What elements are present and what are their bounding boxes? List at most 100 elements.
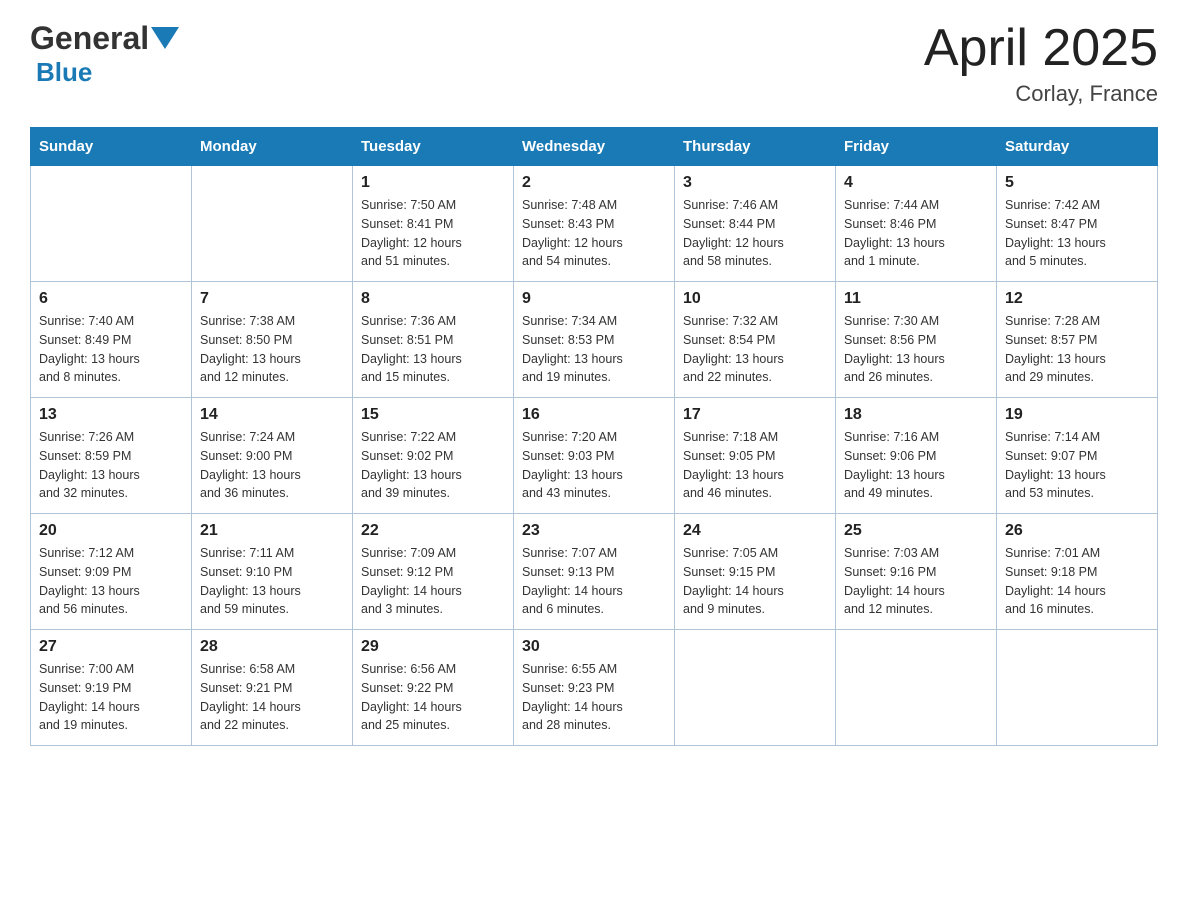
day-info: Sunrise: 7:28 AM Sunset: 8:57 PM Dayligh… [1005, 312, 1149, 387]
day-number: 25 [844, 522, 988, 540]
weekday-header-friday: Friday [836, 128, 997, 166]
day-number: 13 [39, 406, 183, 424]
day-info: Sunrise: 7:00 AM Sunset: 9:19 PM Dayligh… [39, 660, 183, 735]
day-info: Sunrise: 7:01 AM Sunset: 9:18 PM Dayligh… [1005, 544, 1149, 619]
calendar-day-8: 8 Sunrise: 7:36 AM Sunset: 8:51 PM Daylig… [353, 282, 514, 398]
day-number: 8 [361, 290, 505, 308]
day-number: 7 [200, 290, 344, 308]
day-number: 1 [361, 174, 505, 192]
day-info: Sunrise: 7:18 AM Sunset: 9:05 PM Dayligh… [683, 428, 827, 503]
logo: General Blue [30, 20, 179, 88]
calendar-day-19: 19 Sunrise: 7:14 AM Sunset: 9:07 PM Dayli… [997, 398, 1158, 514]
calendar-day-27: 27 Sunrise: 7:00 AM Sunset: 9:19 PM Dayli… [31, 630, 192, 746]
day-info: Sunrise: 7:20 AM Sunset: 9:03 PM Dayligh… [522, 428, 666, 503]
weekday-header-saturday: Saturday [997, 128, 1158, 166]
day-number: 10 [683, 290, 827, 308]
calendar-week-row: 1 Sunrise: 7:50 AM Sunset: 8:41 PM Daylig… [31, 166, 1158, 282]
logo-blue-text: Blue [36, 57, 92, 88]
calendar-day-29: 29Sunrise: 6:56 AM Sunset: 9:22 PM Dayli… [353, 630, 514, 746]
calendar-week-row: 13 Sunrise: 7:26 AM Sunset: 8:59 PM Dayli… [31, 398, 1158, 514]
day-info: Sunrise: 7:30 AM Sunset: 8:56 PM Dayligh… [844, 312, 988, 387]
day-info: Sunrise: 7:07 AM Sunset: 9:13 PM Dayligh… [522, 544, 666, 619]
logo-general-text: General [30, 20, 149, 57]
calendar-day-5: 5Sunrise: 7:42 AM Sunset: 8:47 PM Daylig… [997, 166, 1158, 282]
day-info: Sunrise: 7:11 AM Sunset: 9:10 PM Dayligh… [200, 544, 344, 619]
day-info: Sunrise: 7:46 AM Sunset: 8:44 PM Dayligh… [683, 196, 827, 271]
day-number: 5 [1005, 174, 1149, 192]
day-info: Sunrise: 6:58 AM Sunset: 9:21 PM Dayligh… [200, 660, 344, 735]
calendar-week-row: 20 Sunrise: 7:12 AM Sunset: 9:09 PM Dayli… [31, 514, 1158, 630]
calendar-day-7: 7 Sunrise: 7:38 AM Sunset: 8:50 PM Daylig… [192, 282, 353, 398]
weekday-header-row: SundayMondayTuesdayWednesdayThursdayFrid… [31, 128, 1158, 166]
calendar-day-10: 10 Sunrise: 7:32 AM Sunset: 8:54 PM Dayli… [675, 282, 836, 398]
calendar-day-14: 14 Sunrise: 7:24 AM Sunset: 9:00 PM Dayli… [192, 398, 353, 514]
day-number: 21 [200, 522, 344, 540]
day-number: 19 [1005, 406, 1149, 424]
calendar-day-13: 13 Sunrise: 7:26 AM Sunset: 8:59 PM Dayli… [31, 398, 192, 514]
day-info: Sunrise: 7:26 AM Sunset: 8:59 PM Dayligh… [39, 428, 183, 503]
day-info: Sunrise: 7:38 AM Sunset: 8:50 PM Dayligh… [200, 312, 344, 387]
weekday-header-thursday: Thursday [675, 128, 836, 166]
day-info: Sunrise: 7:05 AM Sunset: 9:15 PM Dayligh… [683, 544, 827, 619]
calendar-week-row: 27 Sunrise: 7:00 AM Sunset: 9:19 PM Dayli… [31, 630, 1158, 746]
day-number: 12 [1005, 290, 1149, 308]
day-info: Sunrise: 7:34 AM Sunset: 8:53 PM Dayligh… [522, 312, 666, 387]
calendar-title: April 2025 [924, 20, 1158, 77]
day-number: 9 [522, 290, 666, 308]
calendar-day-25: 25 Sunrise: 7:03 AM Sunset: 9:16 PM Dayli… [836, 514, 997, 630]
calendar-day-4: 4 Sunrise: 7:44 AM Sunset: 8:46 PM Daylig… [836, 166, 997, 282]
calendar-subtitle: Corlay, France [924, 81, 1158, 107]
day-number: 16 [522, 406, 666, 424]
calendar-day-24: 24Sunrise: 7:05 AM Sunset: 9:15 PM Dayli… [675, 514, 836, 630]
day-info: Sunrise: 7:32 AM Sunset: 8:54 PM Dayligh… [683, 312, 827, 387]
calendar-day-22: 22 Sunrise: 7:09 AM Sunset: 9:12 PM Dayli… [353, 514, 514, 630]
day-info: Sunrise: 7:48 AM Sunset: 8:43 PM Dayligh… [522, 196, 666, 271]
day-number: 22 [361, 522, 505, 540]
calendar-empty-cell [675, 630, 836, 746]
day-number: 15 [361, 406, 505, 424]
title-block: April 2025 Corlay, France [924, 20, 1158, 107]
weekday-header-monday: Monday [192, 128, 353, 166]
weekday-header-sunday: Sunday [31, 128, 192, 166]
day-info: Sunrise: 7:09 AM Sunset: 9:12 PM Dayligh… [361, 544, 505, 619]
calendar-day-1: 1 Sunrise: 7:50 AM Sunset: 8:41 PM Daylig… [353, 166, 514, 282]
calendar-week-row: 6 Sunrise: 7:40 AM Sunset: 8:49 PM Daylig… [31, 282, 1158, 398]
day-info: Sunrise: 7:36 AM Sunset: 8:51 PM Dayligh… [361, 312, 505, 387]
calendar-empty-cell [997, 630, 1158, 746]
day-info: Sunrise: 7:24 AM Sunset: 9:00 PM Dayligh… [200, 428, 344, 503]
calendar-day-11: 11Sunrise: 7:30 AM Sunset: 8:56 PM Dayli… [836, 282, 997, 398]
day-number: 4 [844, 174, 988, 192]
calendar-empty-cell [836, 630, 997, 746]
day-info: Sunrise: 7:50 AM Sunset: 8:41 PM Dayligh… [361, 196, 505, 271]
calendar-empty-cell [31, 166, 192, 282]
day-number: 20 [39, 522, 183, 540]
day-info: Sunrise: 7:22 AM Sunset: 9:02 PM Dayligh… [361, 428, 505, 503]
calendar-day-16: 16 Sunrise: 7:20 AM Sunset: 9:03 PM Dayli… [514, 398, 675, 514]
day-number: 3 [683, 174, 827, 192]
day-number: 6 [39, 290, 183, 308]
calendar-day-30: 30Sunrise: 6:55 AM Sunset: 9:23 PM Dayli… [514, 630, 675, 746]
weekday-header-tuesday: Tuesday [353, 128, 514, 166]
day-info: Sunrise: 7:03 AM Sunset: 9:16 PM Dayligh… [844, 544, 988, 619]
calendar-day-28: 28 Sunrise: 6:58 AM Sunset: 9:21 PM Dayli… [192, 630, 353, 746]
day-number: 2 [522, 174, 666, 192]
day-number: 23 [522, 522, 666, 540]
calendar-day-26: 26Sunrise: 7:01 AM Sunset: 9:18 PM Dayli… [997, 514, 1158, 630]
calendar-day-2: 2 Sunrise: 7:48 AM Sunset: 8:43 PM Daylig… [514, 166, 675, 282]
calendar-table: SundayMondayTuesdayWednesdayThursdayFrid… [30, 127, 1158, 746]
day-info: Sunrise: 7:14 AM Sunset: 9:07 PM Dayligh… [1005, 428, 1149, 503]
day-number: 18 [844, 406, 988, 424]
day-number: 28 [200, 638, 344, 656]
day-number: 14 [200, 406, 344, 424]
day-number: 27 [39, 638, 183, 656]
day-number: 17 [683, 406, 827, 424]
day-info: Sunrise: 6:56 AM Sunset: 9:22 PM Dayligh… [361, 660, 505, 735]
calendar-day-21: 21 Sunrise: 7:11 AM Sunset: 9:10 PM Dayli… [192, 514, 353, 630]
page-header: General Blue April 2025 Corlay, France [30, 20, 1158, 107]
calendar-empty-cell [192, 166, 353, 282]
logo-arrow-icon [151, 27, 179, 49]
day-info: Sunrise: 7:40 AM Sunset: 8:49 PM Dayligh… [39, 312, 183, 387]
day-info: Sunrise: 7:44 AM Sunset: 8:46 PM Dayligh… [844, 196, 988, 271]
day-info: Sunrise: 7:12 AM Sunset: 9:09 PM Dayligh… [39, 544, 183, 619]
day-info: Sunrise: 7:16 AM Sunset: 9:06 PM Dayligh… [844, 428, 988, 503]
